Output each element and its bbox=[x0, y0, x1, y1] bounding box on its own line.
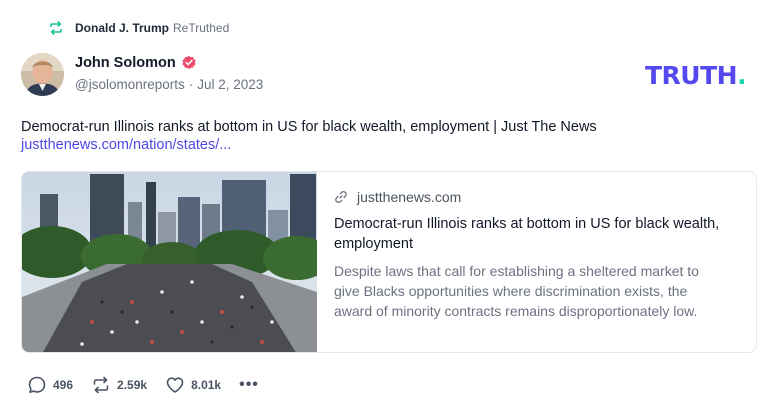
logo-dot: . bbox=[737, 61, 747, 90]
like-count: 8.01k bbox=[191, 378, 222, 392]
post-link[interactable]: justthenews.com/nation/states/... bbox=[21, 136, 231, 154]
card-domain-row: justthenews.com bbox=[334, 189, 724, 205]
avatar-photo bbox=[21, 53, 64, 96]
post-header: John Solomon @jsolomonreports · Jul 2, 202… bbox=[21, 53, 263, 96]
card-body: justthenews.com Democrat-run Illinois ra… bbox=[317, 172, 744, 352]
link-icon bbox=[335, 191, 347, 203]
card-title: Democrat-run Illinois ranks at bottom in… bbox=[334, 216, 720, 252]
avatar[interactable] bbox=[21, 53, 64, 96]
retruth-count: 2.59k bbox=[117, 378, 148, 392]
city-protest-photo bbox=[22, 172, 317, 352]
more-icon: ••• bbox=[239, 376, 259, 393]
card-domain: justthenews.com bbox=[357, 189, 462, 205]
retruth-user-name[interactable]: Donald J. Trump bbox=[75, 21, 169, 35]
retruth-icon bbox=[50, 21, 62, 35]
retruth-label: ReTruthed bbox=[173, 21, 230, 35]
post-text: Democrat-run Illinois ranks at bottom in… bbox=[21, 119, 597, 135]
reply-button[interactable]: 496 bbox=[27, 375, 73, 395]
link-preview-card[interactable]: justthenews.com Democrat-run Illinois ra… bbox=[21, 171, 757, 353]
reply-icon bbox=[28, 376, 46, 393]
post-date[interactable]: Jul 2, 2023 bbox=[197, 77, 263, 92]
author-info: John Solomon @jsolomonreports · Jul 2, 202… bbox=[75, 55, 263, 96]
reply-count: 496 bbox=[53, 378, 74, 392]
author-handle[interactable]: @jsolomonreports bbox=[75, 77, 185, 92]
verified-badge-icon bbox=[182, 55, 196, 69]
heart-icon bbox=[166, 377, 184, 393]
retruth-icon bbox=[93, 376, 109, 394]
truth-logo[interactable]: TRUTH. bbox=[645, 61, 747, 90]
logo-text: TRUTH bbox=[645, 61, 738, 90]
author-name[interactable]: John Solomon bbox=[75, 55, 176, 71]
card-description: Despite laws that call for establishing … bbox=[334, 263, 699, 319]
more-button[interactable]: ••• bbox=[239, 376, 259, 394]
meta-separator: · bbox=[188, 77, 194, 92]
retruth-attribution: Donald J. Trump ReTruthed bbox=[48, 19, 229, 37]
author-meta: @jsolomonreports · Jul 2, 2023 bbox=[75, 77, 263, 92]
action-bar: 496 2.59k 8.01k ••• bbox=[27, 375, 277, 395]
like-button[interactable]: 8.01k bbox=[165, 375, 221, 395]
retruth-button[interactable]: 2.59k bbox=[91, 375, 147, 395]
